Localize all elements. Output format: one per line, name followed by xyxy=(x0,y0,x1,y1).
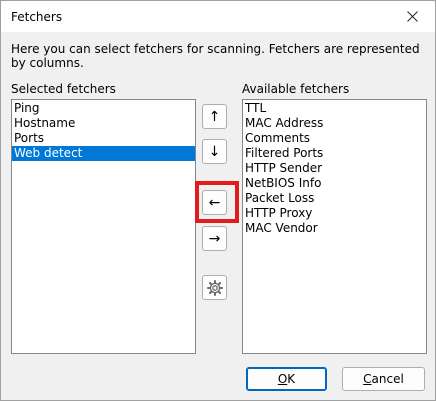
gear-icon xyxy=(206,279,223,296)
arrow-up-icon: ↑ xyxy=(208,108,221,125)
arrow-left-icon: ← xyxy=(208,194,221,211)
ok-button[interactable]: OK xyxy=(246,367,327,391)
arrow-down-icon: ↓ xyxy=(208,143,221,160)
available-fetcher-item[interactable]: MAC Address xyxy=(243,116,426,131)
available-fetcher-item[interactable]: HTTP Proxy xyxy=(243,206,426,221)
selected-fetchers-label: Selected fetchers xyxy=(11,82,116,96)
close-button[interactable] xyxy=(389,1,435,32)
fetcher-options-button[interactable] xyxy=(202,275,227,300)
available-fetcher-item[interactable]: Packet Loss xyxy=(243,191,426,206)
selected-fetcher-item[interactable]: Ports xyxy=(12,131,195,146)
available-fetcher-item[interactable]: NetBIOS Info xyxy=(243,176,426,191)
dialog-description: Here you can select fetchers for scannin… xyxy=(11,42,420,70)
available-fetchers-label: Available fetchers xyxy=(242,82,350,96)
remove-fetcher-button[interactable]: → xyxy=(202,226,227,251)
close-icon xyxy=(406,11,418,22)
window-title: Fetchers xyxy=(11,10,63,24)
move-down-button[interactable]: ↓ xyxy=(202,139,227,164)
selected-fetcher-item[interactable]: Web detect xyxy=(12,146,195,161)
arrow-right-icon: → xyxy=(208,230,221,247)
cancel-button[interactable]: Cancel xyxy=(342,367,425,391)
move-up-button[interactable]: ↑ xyxy=(202,104,227,129)
available-fetcher-item[interactable]: HTTP Sender xyxy=(243,161,426,176)
available-fetchers-list[interactable]: TTL MAC Address Comments Filtered Ports HTTP… xyxy=(242,99,427,354)
ok-button-label: OK xyxy=(277,372,296,386)
available-fetcher-item[interactable]: TTL xyxy=(243,101,426,116)
available-fetcher-item[interactable]: Comments xyxy=(243,131,426,146)
title-bar: Fetchers xyxy=(1,1,435,32)
selected-fetchers-list[interactable]: Ping Hostname Ports Web detect xyxy=(11,99,196,354)
available-fetcher-item[interactable]: MAC Vendor xyxy=(243,221,426,236)
cancel-button-label: Cancel xyxy=(363,372,404,386)
selected-fetcher-item[interactable]: Ping xyxy=(12,101,195,116)
add-fetcher-button[interactable]: ← xyxy=(202,190,227,215)
selected-fetcher-item[interactable]: Hostname xyxy=(12,116,195,131)
fetchers-dialog: Fetchers Here you can select fetchers fo… xyxy=(0,0,436,401)
available-fetcher-item[interactable]: Filtered Ports xyxy=(243,146,426,161)
